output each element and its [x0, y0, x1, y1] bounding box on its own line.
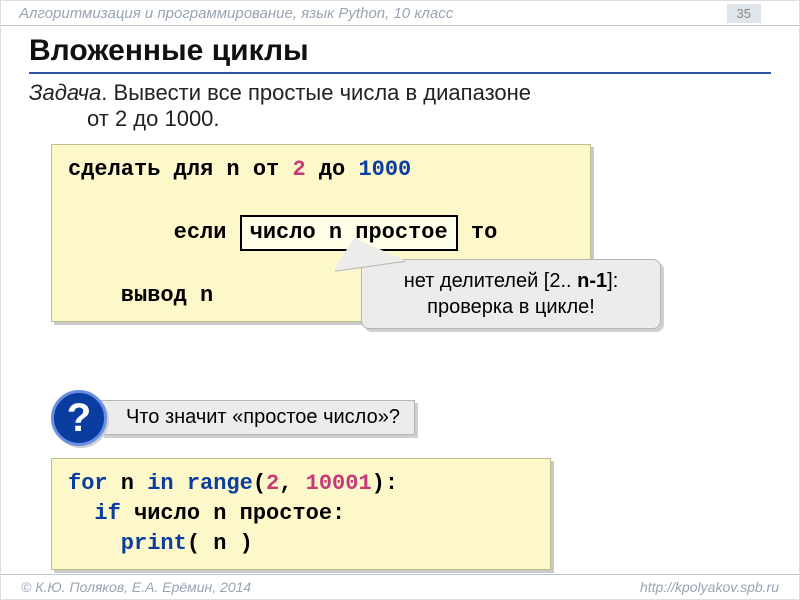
- title-underline: [29, 72, 771, 74]
- pseudo-num2: 1000: [358, 157, 411, 182]
- question-text: Что значит «простое число»?: [101, 400, 415, 435]
- pseudo-num1: 2: [292, 157, 305, 182]
- py-line2: if число n простое:: [68, 499, 534, 529]
- callout-p1: нет делителей [2..: [404, 270, 577, 292]
- page-title: Вложенные циклы: [1, 26, 799, 70]
- pseudo-line1: сделать для n от 2 до 1000: [68, 155, 574, 185]
- footer-bar: © К.Ю. Поляков, Е.А. Ерёмин, 2014 http:/…: [1, 574, 799, 599]
- py-a2: 10001: [306, 471, 372, 496]
- python-code-block: for n in range(2, 10001): if число n про…: [51, 458, 551, 570]
- py-p2: ):: [372, 471, 398, 496]
- slide: Алгоритмизация и программирование, язык …: [0, 0, 800, 600]
- question-mark-icon: ?: [51, 390, 107, 446]
- py-a1: 2: [266, 471, 279, 496]
- py-cond: число n простое: [121, 501, 332, 526]
- question-row: ? Что значит «простое число»?: [51, 398, 771, 440]
- kw-in: in: [147, 471, 173, 496]
- callout-bold: n-1: [577, 270, 607, 292]
- callout-line2: проверка в цикле!: [427, 296, 595, 318]
- callout-box: нет делителей [2.. n-1]: проверка в цикл…: [361, 259, 661, 329]
- py-paren: ( n ): [187, 531, 253, 556]
- kw-if: if: [68, 501, 121, 526]
- task-line2: от 2 до 1000.: [29, 106, 739, 132]
- footer-url: http://kpolyakov.spb.ru: [640, 579, 779, 595]
- py-line3: print( n ): [68, 529, 534, 559]
- kw-print: print: [68, 531, 187, 556]
- pseudo-t4: то: [458, 220, 498, 245]
- py-sp1: [174, 471, 187, 496]
- py-comma: ,: [279, 471, 305, 496]
- task-text: Задача. Вывести все простые числа в диап…: [1, 80, 799, 138]
- py-line1: for n in range(2, 10001):: [68, 469, 534, 499]
- py-p1: (: [253, 471, 266, 496]
- header-bar: Алгоритмизация и программирование, язык …: [1, 1, 799, 26]
- callout-p2: ]:: [607, 270, 618, 292]
- py-colon: :: [332, 501, 345, 526]
- page-number: 35: [727, 4, 761, 23]
- pseudo-t2: до: [306, 157, 359, 182]
- task-label: Задача: [29, 80, 101, 105]
- footer-copyright: © К.Ю. Поляков, Е.А. Ерёмин, 2014: [21, 579, 251, 595]
- course-title: Алгоритмизация и программирование, язык …: [19, 5, 453, 22]
- pseudo-t3: если: [147, 220, 239, 245]
- py-n: n: [108, 471, 148, 496]
- kw-for: for: [68, 471, 108, 496]
- kw-range: range: [187, 471, 253, 496]
- pseudo-t1: сделать для n от: [68, 157, 292, 182]
- task-line1: . Вывести все простые числа в диапазоне: [101, 80, 531, 105]
